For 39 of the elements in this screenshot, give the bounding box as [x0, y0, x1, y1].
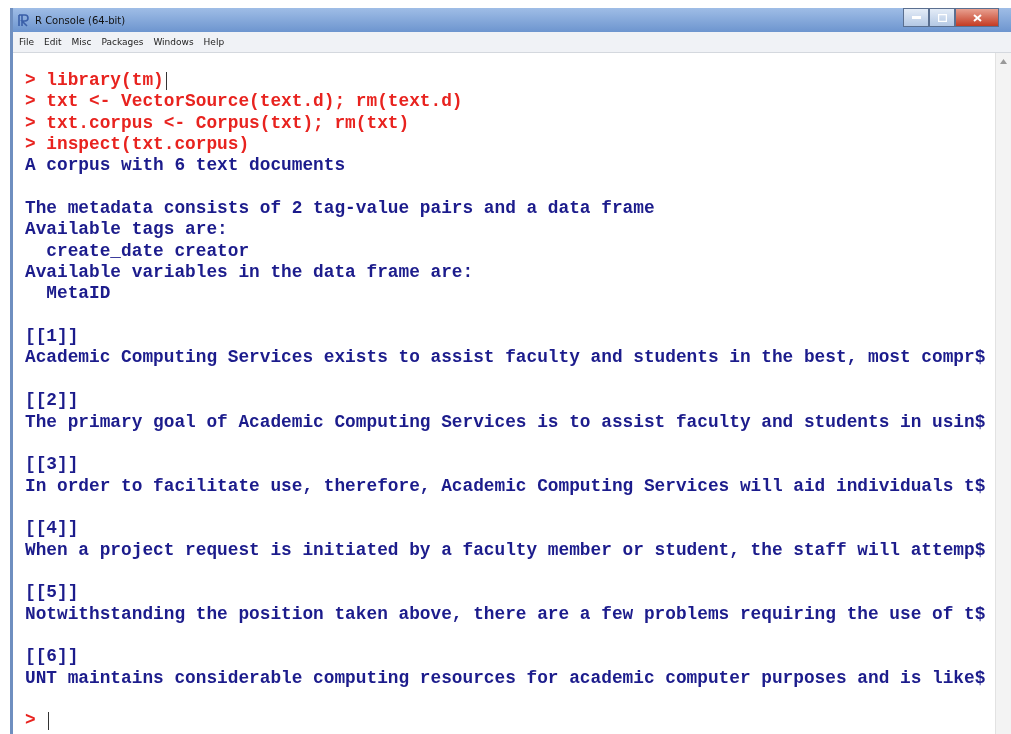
console-input-line: > library(tm) — [25, 70, 164, 92]
minimize-icon — [911, 16, 921, 19]
menu-item[interactable]: Edit — [44, 37, 62, 47]
scrollbar[interactable] — [995, 53, 1011, 734]
console-input-line: > txt <- VectorSource(text.d); rm(text.d) — [25, 91, 463, 113]
maximize-button[interactable] — [929, 8, 955, 27]
console-output-line: The metadata consists of 2 tag-value pairs and a data frame — [25, 198, 655, 220]
close-icon — [972, 13, 982, 22]
console-output-line: A corpus with 6 text documents — [25, 155, 346, 177]
console-output-line: The primary goal of Academic Computing Services is to assist faculty and students in usin$ — [25, 411, 986, 433]
console-output-line: [[3]] — [25, 454, 79, 476]
close-button[interactable] — [955, 8, 999, 27]
console-output-line: [[6]] — [25, 646, 79, 668]
console-input-line: > txt.corpus <- Corpus(txt); rm(txt) — [25, 112, 410, 135]
console-output-line: [[2]] — [25, 390, 79, 412]
menu-item[interactable]: Packages — [101, 37, 144, 47]
menu-item[interactable]: Help — [203, 37, 225, 47]
scroll-up-icon[interactable] — [1000, 59, 1007, 64]
console-output-line: In order to facilitate use, therefore, Academic Computing Services will aid individuals t$ — [25, 475, 986, 497]
console-output-line: When a project request is initiated by a faculty member or student, the staff will attemp$ — [25, 539, 986, 561]
window-title: R Console (64-bit) — [35, 14, 126, 26]
menu-item[interactable]: Windows — [153, 37, 194, 47]
console-input-line: > inspect(txt.corpus) — [25, 134, 250, 156]
console-output-line: Notwithstanding the position taken above, there are a few problems requiring the use of t$ — [25, 603, 986, 625]
console-output-line: MetaID — [45, 283, 111, 305]
console-output-line: [[4]] — [25, 518, 79, 540]
menu-item[interactable]: Misc — [71, 37, 92, 47]
console-output-line: Academic Computing Services exists to assist faculty and students in the best, most compr$ — [25, 347, 986, 369]
console-output-line: [[1]] — [25, 326, 79, 348]
minimize-button[interactable] — [903, 8, 929, 27]
console-output-line: create_date creator — [45, 240, 250, 263]
console-output-line: [[5]] — [25, 582, 79, 604]
menu-item[interactable]: File — [19, 37, 35, 47]
console-input-line: > — [25, 710, 37, 732]
console-output-line: Available variables in the data frame are: — [25, 262, 474, 284]
maximize-icon — [937, 13, 947, 22]
r-logo-icon — [17, 13, 30, 27]
console-output-line: UNT maintains considerable computing resources for academic computer purposes and is like$ — [25, 667, 986, 689]
console-output-line: Available tags are: — [25, 219, 228, 241]
